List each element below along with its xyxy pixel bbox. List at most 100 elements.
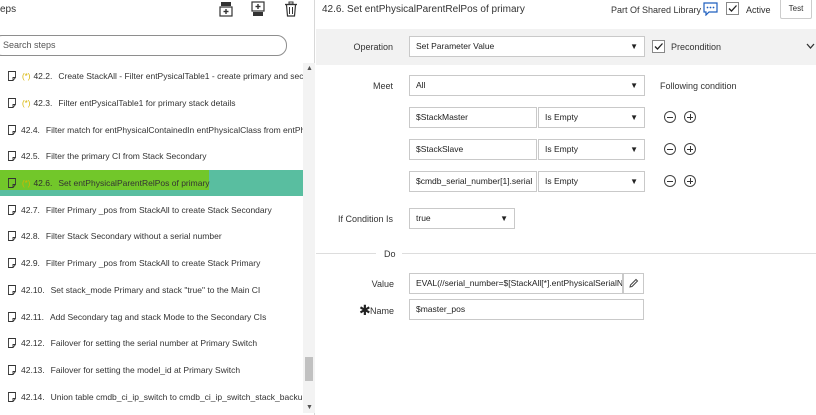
add-step-below-icon[interactable] <box>250 1 266 17</box>
name-label: Name <box>369 306 394 316</box>
remove-condition-icon[interactable] <box>664 111 676 123</box>
condition-operator-value: Is Empty <box>545 112 579 122</box>
steps-panel: eps Search steps (*) 42.2. Create StackAll… <box>0 0 315 415</box>
name-input[interactable]: $master_pos <box>409 299 644 320</box>
add-condition-icon[interactable] <box>684 111 696 123</box>
step-item[interactable]: (*) 42.3. Filter entPysicalTable1 for prim… <box>0 90 303 117</box>
chevron-down-icon: ▼ <box>630 42 638 51</box>
edit-expression-button[interactable] <box>623 273 644 294</box>
document-icon <box>8 284 16 295</box>
if-condition-select[interactable]: true ▼ <box>409 208 515 229</box>
step-item[interactable]: 42.4. Filter match for entPhysicalContain… <box>0 116 303 143</box>
active-checkbox[interactable] <box>726 2 739 15</box>
condition-field-input[interactable]: $StackMaster <box>409 107 537 128</box>
value-input[interactable]: EVAL(//serial_number=$[StackAll[*].entPh… <box>409 273 623 294</box>
step-label: Filter match for entPhysicalContainedIn … <box>45 124 303 135</box>
steps-panel-title: eps <box>0 4 17 15</box>
chevron-down-icon[interactable] <box>806 43 815 50</box>
step-number: 42.6. <box>33 178 53 189</box>
comment-icon[interactable] <box>703 2 718 16</box>
scroll-up-icon[interactable]: ▲ <box>306 65 313 72</box>
step-item[interactable]: 42.7. Filter Primary _pos from StackAll t… <box>0 196 303 223</box>
step-number: 42.10. <box>21 284 45 295</box>
step-editor: 42.6. Set entPhysicalParentRelPos of pri… <box>316 0 816 415</box>
step-number: 42.2. <box>33 71 53 82</box>
condition-field-input[interactable]: $cmdb_serial_number[1].serial <box>409 171 537 192</box>
value-label: Value <box>371 279 394 289</box>
step-number: 42.5. <box>21 151 40 162</box>
step-title: 42.6. Set entPhysicalParentRelPos of pri… <box>322 4 525 15</box>
active-label: Active <box>746 5 771 15</box>
document-icon <box>8 364 16 375</box>
step-label: Filter entPysicalTable1 for primary stac… <box>58 98 236 109</box>
remove-condition-icon[interactable] <box>664 175 676 187</box>
checkmark-icon <box>654 43 663 50</box>
following-condition-label: Following condition <box>660 81 737 91</box>
add-step-above-icon[interactable] <box>218 1 234 17</box>
operation-label: Operation <box>353 42 393 52</box>
checkmark-icon <box>728 5 737 12</box>
meet-value: All <box>416 80 426 90</box>
operation-value: Set Parameter Value <box>416 41 495 51</box>
shared-library-label: Part Of Shared Library <box>611 5 702 15</box>
condition-operator-select[interactable]: Is Empty ▼ <box>538 139 645 160</box>
document-icon <box>8 231 16 242</box>
steps-scrollbar[interactable]: ▲ ▼ <box>303 63 315 413</box>
meet-label: Meet <box>372 81 393 91</box>
if-condition-label: If Condition Is <box>337 214 393 224</box>
test-button[interactable]: Test <box>780 0 812 19</box>
meet-select[interactable]: All ▼ <box>409 75 645 96</box>
step-label: Create StackAll - Filter entPysicalTable… <box>58 71 303 82</box>
step-item[interactable]: 42.5. Filter the primary CI from Stack Se… <box>0 143 303 170</box>
step-item[interactable]: 42.13. Failover for setting the model_id … <box>0 357 303 384</box>
precondition-checkbox[interactable] <box>652 40 665 53</box>
step-item[interactable]: 42.9. Filter Primary _pos from StackAll t… <box>0 250 303 277</box>
step-item[interactable]: 42.14. Union table cmdb_ci_ip_switch to c… <box>0 383 303 410</box>
condition-marker: (*) <box>22 178 31 188</box>
step-item[interactable]: 42.10. Set stack_mode Primary and stack "… <box>0 277 303 304</box>
step-label: Set stack_mode Primary and stack "true" … <box>50 284 261 295</box>
step-item[interactable]: 42.12. Failover for setting the serial nu… <box>0 330 303 357</box>
operation-select[interactable]: Set Parameter Value ▼ <box>409 36 645 57</box>
add-condition-icon[interactable] <box>684 175 696 187</box>
scrollbar-thumb[interactable] <box>305 357 313 381</box>
chevron-down-icon: ▼ <box>630 113 638 122</box>
step-number: 42.14. <box>21 391 45 402</box>
document-icon <box>8 391 16 402</box>
steps-list: (*) 42.2. Create StackAll - Filter entPysi… <box>0 63 303 410</box>
step-label: Filter Primary _pos from StackAll to cre… <box>45 204 272 215</box>
condition-field-input[interactable]: $StackSlave <box>409 139 537 160</box>
step-number: 42.4. <box>21 124 40 135</box>
condition-marker: (*) <box>22 71 31 81</box>
document-icon <box>8 71 16 82</box>
document-icon <box>8 311 16 322</box>
step-item[interactable]: (*) 42.2. Create StackAll - Filter entPysi… <box>0 63 303 90</box>
remove-condition-icon[interactable] <box>664 143 676 155</box>
step-number: 42.12. <box>21 338 45 349</box>
search-steps-input[interactable]: Search steps <box>0 35 287 56</box>
add-condition-icon[interactable] <box>684 143 696 155</box>
step-item[interactable]: (*) 42.6. Set entPhysicalParentRelPos of p… <box>0 169 303 197</box>
condition-operator-select[interactable]: Is Empty ▼ <box>538 171 645 192</box>
document-icon <box>8 124 16 135</box>
step-item[interactable]: 42.11. Add Secondary tag and stack Mode t… <box>0 303 303 330</box>
chevron-down-icon: ▼ <box>500 214 508 223</box>
condition-marker: (*) <box>22 98 31 108</box>
step-number: 42.9. <box>21 258 40 269</box>
condition-operator-select[interactable]: Is Empty ▼ <box>538 107 645 128</box>
step-number: 42.7. <box>21 204 40 215</box>
step-label: Union table cmdb_ci_ip_switch to cmdb_ci… <box>50 391 303 402</box>
step-label: Filter the primary CI from Stack Seconda… <box>45 151 207 162</box>
document-icon <box>8 338 16 349</box>
chevron-down-icon: ▼ <box>630 81 638 90</box>
chevron-down-icon: ▼ <box>630 145 638 154</box>
divider <box>316 253 376 254</box>
step-label: Set entPhysicalParentRelPos of primary <box>58 178 210 189</box>
trash-icon[interactable] <box>283 1 299 17</box>
step-label: Add Secondary tag and stack Mode to the … <box>50 311 267 322</box>
if-condition-value: true <box>416 213 431 223</box>
scroll-down-icon[interactable]: ▼ <box>306 404 313 411</box>
pencil-icon <box>629 278 639 288</box>
step-item[interactable]: 42.8. Filter Stack Secondary without a se… <box>0 223 303 250</box>
operation-bar: Operation Set Parameter Value ▼ Precondit… <box>316 29 816 65</box>
